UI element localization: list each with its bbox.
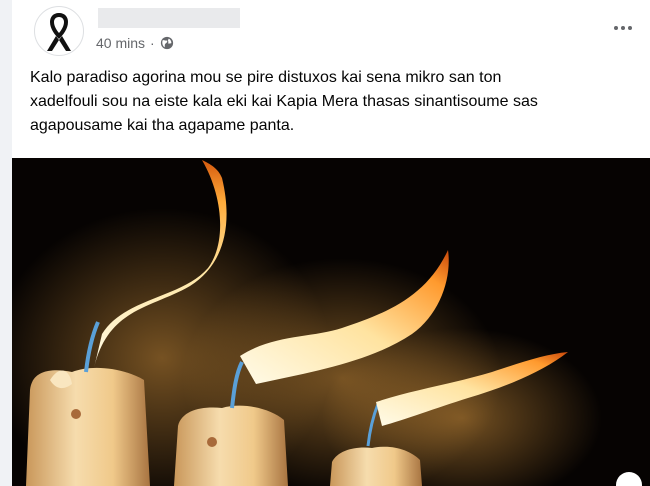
- caption-line: agapousame kai tha agapame panta.: [30, 117, 295, 134]
- post-card: 40 mins · Kalo paradiso agorina mou se p…: [12, 0, 650, 486]
- dot: [621, 26, 625, 30]
- author-name-redacted[interactable]: [98, 8, 240, 28]
- post-meta: 40 mins ·: [96, 35, 174, 51]
- globe-icon[interactable]: [160, 36, 174, 50]
- more-options-icon[interactable]: [610, 18, 636, 38]
- candles-image: [12, 158, 650, 486]
- dot: [614, 26, 618, 30]
- meta-separator: ·: [150, 35, 155, 51]
- profile-avatar[interactable]: [34, 6, 84, 56]
- caption-line: xadelfouli sou na eiste kala eki kai Kap…: [30, 93, 538, 110]
- post-timestamp[interactable]: 40 mins: [96, 35, 145, 51]
- post-caption: Kalo paradiso agorina mou se pire distux…: [30, 66, 630, 138]
- caption-line: Kalo paradiso agorina mou se pire distux…: [30, 69, 502, 86]
- post-photo[interactable]: [12, 158, 650, 486]
- black-ribbon-icon: [47, 13, 71, 51]
- dot: [628, 26, 632, 30]
